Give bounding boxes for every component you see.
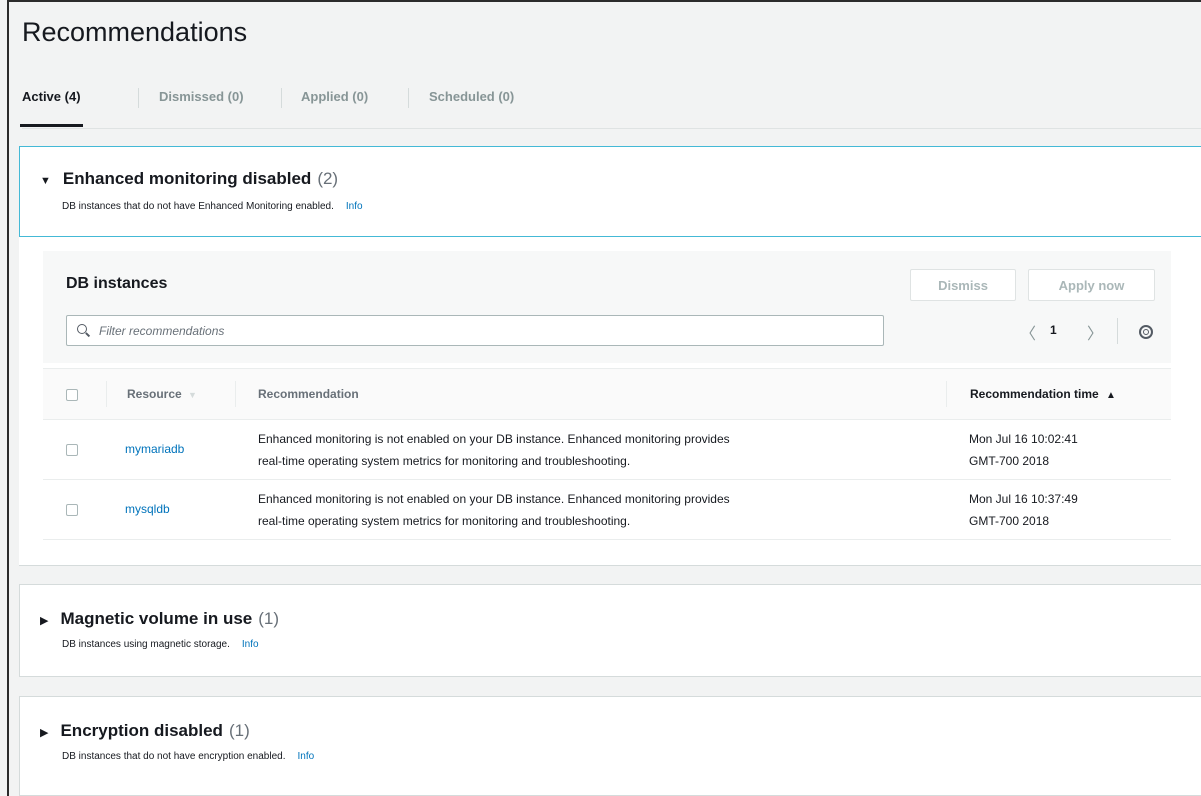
- group-count: (1): [228, 721, 250, 740]
- column-header-recommendation[interactable]: Recommendation: [258, 387, 359, 401]
- column-header-time-label: Recommendation time: [970, 387, 1099, 401]
- gear-icon[interactable]: [1139, 325, 1153, 339]
- column-divider: [946, 381, 947, 407]
- tab-divider: [138, 88, 139, 108]
- select-all-checkbox[interactable]: [66, 389, 78, 401]
- window-top-border: [7, 0, 1201, 2]
- group-name: Encryption disabled: [60, 721, 223, 740]
- row-checkbox[interactable]: [66, 504, 78, 516]
- tab-divider: [408, 88, 409, 108]
- search-icon: [77, 323, 91, 338]
- tab-divider: [281, 88, 282, 108]
- filter-field[interactable]: [66, 315, 884, 346]
- column-header-resource-label: Resource: [127, 387, 182, 401]
- tabs-underline: [22, 128, 1201, 129]
- dismiss-button[interactable]: Dismiss: [910, 269, 1016, 301]
- group-name: Magnetic volume in use: [60, 609, 253, 628]
- tab-applied[interactable]: Applied (0): [301, 86, 368, 128]
- caret-right-icon[interactable]: ▶: [40, 614, 48, 627]
- group-name: Enhanced monitoring disabled: [62, 169, 312, 188]
- recommendation-line: real-time operating system metrics for m…: [258, 454, 631, 468]
- page-number[interactable]: 1: [1050, 323, 1057, 337]
- recommendation-text: Enhanced monitoring is not enabled on yo…: [258, 488, 928, 532]
- group-title[interactable]: ▶ Encryption disabled (1): [40, 721, 250, 741]
- column-divider: [106, 381, 107, 407]
- group-enhanced-monitoring[interactable]: ▼ Enhanced monitoring disabled (2) DB in…: [19, 146, 1201, 237]
- chevron-left-icon[interactable]: 〈: [1020, 320, 1036, 344]
- chevron-right-icon[interactable]: 〉: [1087, 320, 1103, 344]
- group-count: (1): [258, 609, 280, 628]
- pager-divider: [1117, 318, 1118, 344]
- group-description: DB instances that do not have encryption…: [62, 751, 314, 762]
- time-line: GMT-700 2018: [969, 514, 1050, 528]
- apply-now-button[interactable]: Apply now: [1028, 269, 1155, 301]
- group-magnetic-volume[interactable]: ▶ Magnetic volume in use (1) DB instance…: [19, 584, 1201, 677]
- db-instances-title: DB instances: [66, 275, 168, 292]
- sort-up-icon[interactable]: ▲: [1106, 390, 1116, 401]
- group-title[interactable]: ▼ Enhanced monitoring disabled (2): [40, 169, 338, 189]
- group-count: (2): [317, 169, 339, 188]
- recommendation-line: real-time operating system metrics for m…: [258, 514, 631, 528]
- page-title: Recommendations: [22, 17, 248, 47]
- table-row: mysqldb Enhanced monitoring is not enabl…: [43, 480, 1171, 540]
- column-header-time[interactable]: Recommendation time ▲: [970, 387, 1116, 401]
- column-header-resource[interactable]: Resource ▼: [127, 387, 197, 401]
- tab-dismissed[interactable]: Dismissed (0): [159, 86, 244, 128]
- caret-down-icon[interactable]: ▼: [40, 175, 51, 187]
- group-description-text: DB instances using magnetic storage.: [62, 639, 230, 650]
- time-line: Mon Jul 16 10:02:41: [969, 432, 1078, 446]
- tab-active[interactable]: Active (4): [20, 86, 83, 128]
- filter-input[interactable]: [99, 323, 883, 338]
- group-encryption-disabled[interactable]: ▶ Encryption disabled (1) DB instances t…: [19, 696, 1201, 796]
- recommendation-text: Enhanced monitoring is not enabled on yo…: [258, 428, 928, 472]
- recommendation-line: Enhanced monitoring is not enabled on yo…: [258, 492, 730, 506]
- tab-bar: Active (4) Dismissed (0) Applied (0) Sch…: [20, 86, 1201, 130]
- group-title[interactable]: ▶ Magnetic volume in use (1): [40, 609, 279, 629]
- info-link[interactable]: Info: [297, 751, 314, 762]
- group-description: DB instances that do not have Enhanced M…: [62, 201, 363, 212]
- info-link[interactable]: Info: [242, 639, 259, 650]
- recommendation-line: Enhanced monitoring is not enabled on yo…: [258, 432, 730, 446]
- recommendation-time: Mon Jul 16 10:37:49 GMT-700 2018: [969, 488, 1129, 532]
- sort-down-icon[interactable]: ▼: [188, 390, 197, 400]
- info-link[interactable]: Info: [346, 201, 363, 212]
- resource-link[interactable]: mymariadb: [125, 442, 184, 456]
- group-description: DB instances using magnetic storage. Info: [62, 639, 259, 650]
- tab-scheduled[interactable]: Scheduled (0): [429, 86, 514, 128]
- table-header: Resource ▼ Recommendation Recommendation…: [43, 368, 1171, 420]
- table-row: mymariadb Enhanced monitoring is not ena…: [43, 420, 1171, 480]
- time-line: GMT-700 2018: [969, 454, 1050, 468]
- db-instances-header-bg: [43, 251, 1171, 363]
- window-left-border: [7, 0, 9, 796]
- caret-right-icon[interactable]: ▶: [40, 726, 48, 739]
- group-description-text: DB instances that do not have encryption…: [62, 751, 286, 762]
- row-checkbox[interactable]: [66, 444, 78, 456]
- group-description-text: DB instances that do not have Enhanced M…: [62, 201, 334, 212]
- recommendation-time: Mon Jul 16 10:02:41 GMT-700 2018: [969, 428, 1129, 472]
- resource-link[interactable]: mysqldb: [125, 502, 170, 516]
- column-divider: [235, 381, 236, 407]
- time-line: Mon Jul 16 10:37:49: [969, 492, 1078, 506]
